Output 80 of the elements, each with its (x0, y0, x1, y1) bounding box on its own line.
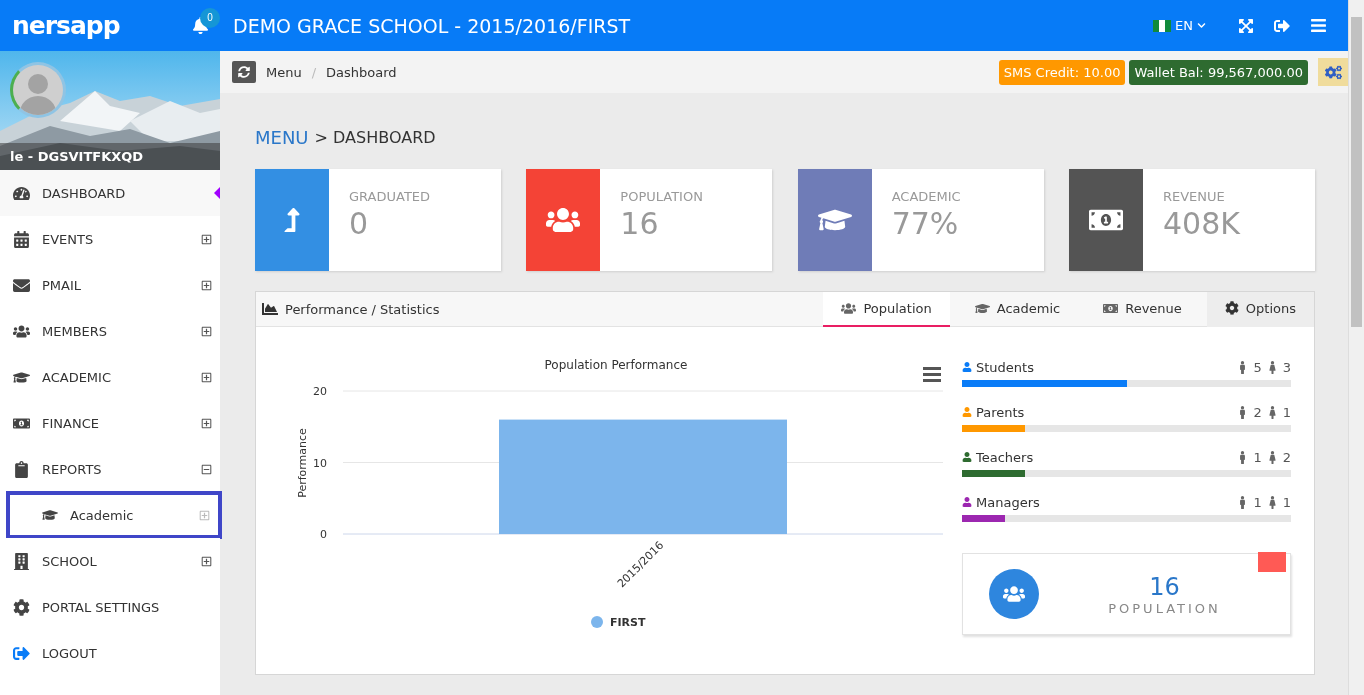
group-name: Managers (976, 494, 1041, 510)
settings-icon (13, 598, 30, 616)
refresh-button[interactable] (232, 61, 256, 83)
gears-icon (1324, 63, 1342, 81)
refresh-icon (238, 66, 250, 78)
chevron-down-icon (1197, 21, 1206, 30)
users-circle-icon (989, 569, 1039, 619)
chart-title: Population Performance (544, 358, 688, 372)
scrollbar[interactable] (1348, 0, 1364, 695)
expand-icon[interactable] (201, 325, 212, 337)
menu-link[interactable]: MENU (255, 126, 309, 148)
summary-label: POPULATION (1108, 600, 1221, 616)
expand-arrows-icon (1238, 17, 1254, 34)
logout-icon (13, 644, 30, 662)
school-title: DEMO GRACE SCHOOL - 2015/2016/FIRST (233, 14, 632, 37)
legend-label[interactable]: FIRST (610, 616, 646, 629)
settings-button[interactable] (1318, 58, 1348, 86)
sidebar-item[interactable]: DASHBOARD (0, 170, 220, 216)
expand-icon[interactable] (201, 417, 212, 429)
male-count: 1 (1253, 449, 1262, 465)
female-count: 1 (1282, 404, 1291, 420)
tab[interactable]: Population (823, 291, 950, 327)
logo[interactable]: nersapp (0, 11, 180, 40)
expand-icon[interactable] (201, 371, 212, 383)
page-title: > DASHBOARD (314, 127, 436, 147)
female-count: 3 (1282, 359, 1291, 375)
stat-label: ACADEMIC (891, 189, 961, 204)
panel-title: Performance / Statistics (285, 301, 441, 317)
collapse-icon[interactable] (201, 463, 212, 475)
sms-credit-badge: SMS Credit: 10.00 (998, 59, 1126, 85)
legend-marker (591, 616, 603, 628)
stat-label: REVENUE (1163, 189, 1226, 204)
calendar-icon (13, 230, 30, 248)
area-chart-icon (262, 301, 278, 317)
stat-label: GRADUATED (349, 189, 431, 204)
gauge-icon (13, 184, 30, 202)
tab[interactable]: Revenue (1085, 291, 1200, 327)
axis-tick-label: 0 (320, 528, 327, 541)
logout-icon (1274, 17, 1290, 34)
axis-tick-label: 20 (313, 385, 327, 398)
expand-icon[interactable] (201, 233, 212, 245)
flag-icon (1153, 19, 1172, 32)
axis-title: Performance (296, 428, 309, 498)
stat-value: 408K (1163, 206, 1240, 241)
building-icon (13, 552, 30, 570)
breadcrumb-link[interactable]: Dashboard (326, 64, 397, 80)
female-count: 1 (1282, 494, 1291, 510)
wallet-balance-badge: Wallet Bal: 99,567,000.00 (1129, 59, 1308, 85)
stat-label: POPULATION (620, 189, 703, 204)
breadcrumb-link[interactable]: Menu (266, 64, 302, 80)
menu-icon (1309, 17, 1327, 34)
clipboard-icon (13, 460, 30, 478)
expand-icon[interactable] (201, 555, 212, 567)
male-count: 1 (1253, 494, 1262, 510)
stat-value: 0 (349, 206, 370, 241)
male-count: 5 (1253, 359, 1262, 375)
notification-count: 0 (200, 7, 220, 28)
stat-value: 77% (891, 206, 960, 241)
tab[interactable]: Options (1206, 291, 1314, 327)
stat-value: 16 (620, 206, 660, 241)
user-name: le - DGSVITFKXQD (0, 143, 220, 170)
summary-value: 16 (1149, 572, 1180, 601)
male-count: 2 (1253, 404, 1262, 420)
users-icon (841, 300, 857, 316)
active-caret-icon (214, 187, 220, 199)
envelope-icon (13, 276, 30, 294)
sidebar-subitem[interactable]: Academic (6, 491, 222, 539)
language-selector[interactable]: EN (1147, 17, 1212, 34)
settings-icon (1224, 301, 1239, 315)
group-name: Parents (976, 404, 1026, 420)
tab[interactable]: Academic (956, 291, 1079, 327)
group-name: Students (976, 359, 1035, 375)
expand-icon[interactable] (201, 279, 212, 291)
graduation-cap-icon (42, 507, 58, 523)
group-name: Teachers (976, 449, 1035, 465)
corner-tag (1258, 552, 1286, 572)
menu-icon[interactable] (923, 367, 941, 382)
axis-tick-label: 10 (313, 456, 327, 470)
breadcrumb-separator: / (311, 64, 317, 80)
female-count: 2 (1282, 449, 1291, 465)
